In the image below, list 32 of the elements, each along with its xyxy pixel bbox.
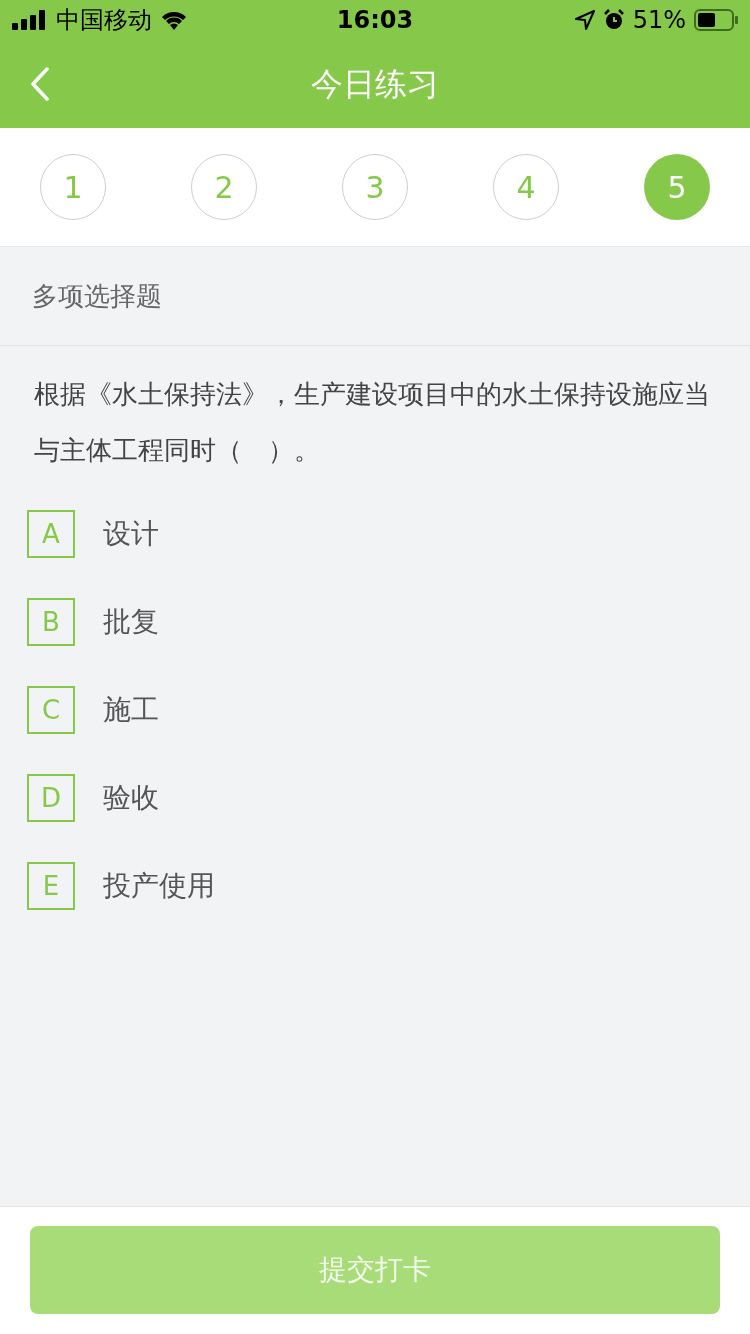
option-letter: E <box>27 862 75 910</box>
option-letter: A <box>27 510 75 558</box>
option-letter: C <box>27 686 75 734</box>
answer-option[interactable]: B 批复 <box>0 578 750 666</box>
option-text: 验收 <box>103 780 159 816</box>
option-text: 施工 <box>103 692 159 728</box>
wifi-icon <box>160 10 188 30</box>
option-text: 投产使用 <box>103 868 215 904</box>
clock-time: 16:03 <box>336 5 414 36</box>
question-number-tab[interactable]: 3 <box>342 154 408 220</box>
option-letter: D <box>27 774 75 822</box>
battery-icon <box>694 9 738 31</box>
option-text: 批复 <box>103 604 159 640</box>
carrier-name: 中国移动 <box>56 5 152 36</box>
question-number-tab[interactable]: 5 <box>644 154 710 220</box>
answer-option[interactable]: C 施工 <box>0 666 750 754</box>
alarm-clock-icon <box>602 9 625 31</box>
signal-icon <box>12 10 48 30</box>
answer-option[interactable]: E 投产使用 <box>0 842 750 930</box>
question-number-tab[interactable]: 2 <box>191 154 257 220</box>
answer-option[interactable]: A 设计 <box>0 490 750 578</box>
question-number-tab[interactable]: 1 <box>40 154 106 220</box>
location-arrow-icon <box>574 10 595 30</box>
battery-percent: 51% <box>632 5 686 36</box>
question-type-label: 多项选择题 <box>32 279 162 313</box>
question-number-tab[interactable]: 4 <box>493 154 559 220</box>
page-title: 今日练习 <box>311 64 439 105</box>
question-text: 根据《水土保持法》，生产建设项目中的水土保持设施应当与主体工程同时（ ）。 <box>33 378 711 467</box>
option-letter: B <box>27 598 75 646</box>
back-chevron-icon <box>30 67 50 101</box>
option-text: 设计 <box>103 516 159 552</box>
answer-option[interactable]: D 验收 <box>0 754 750 842</box>
